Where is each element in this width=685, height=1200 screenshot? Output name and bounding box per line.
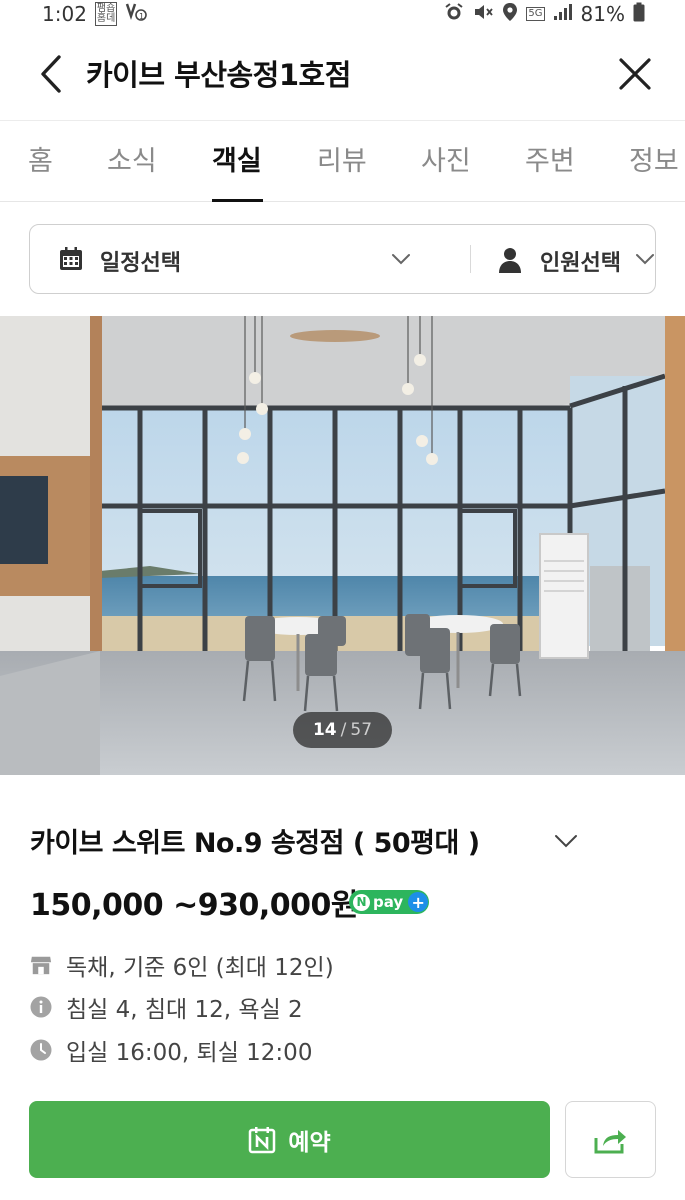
- chevron-down-icon: [636, 254, 654, 265]
- signal-icon: [553, 2, 573, 26]
- guest-select-label: 인원선택: [540, 251, 621, 276]
- guest-select-button[interactable]: 인원선택: [470, 225, 656, 293]
- close-button[interactable]: [613, 52, 657, 96]
- date-select-label: 일정선택: [100, 251, 181, 276]
- status-bar: 1:02 팸숍 홈데 1 5G 81%: [0, 0, 685, 28]
- mute-icon: [472, 2, 494, 27]
- tab-bar: 홈 소식 객실 리뷰 사진 주변 정보: [0, 120, 685, 202]
- naver-n-icon: N: [353, 893, 370, 911]
- npay-label: pay: [373, 893, 404, 911]
- share-icon: [594, 1129, 626, 1153]
- status-time: 1:02: [42, 2, 87, 26]
- location-icon: [502, 2, 518, 27]
- share-button[interactable]: [565, 1101, 656, 1178]
- info-row-type: 독채, 기준 6인 (최대 12인): [30, 948, 334, 982]
- page-title: 카이브 부산송정1호점: [86, 58, 351, 92]
- npay-badge: N pay +: [349, 890, 429, 914]
- status-left: 1:02 팸숍 홈데 1: [42, 2, 148, 27]
- house-icon: [30, 954, 52, 976]
- room-price: 150,000 ~930,000원: [30, 888, 358, 923]
- status-right: 5G 81%: [444, 2, 645, 27]
- network-type: 5G: [526, 7, 545, 21]
- tab-home[interactable]: 홈: [28, 139, 53, 178]
- tab-reviews[interactable]: 리뷰: [317, 139, 367, 178]
- photo-counter-total: 57: [350, 720, 373, 740]
- person-icon: [499, 248, 521, 273]
- active-tab-indicator: [212, 199, 263, 202]
- carrier-badge-icon: 팸숍 홈데: [94, 2, 118, 26]
- svg-text:1: 1: [139, 12, 144, 21]
- info-row-rooms: 침실 4, 침대 12, 욕실 2: [30, 990, 303, 1024]
- chevron-down-icon: [392, 254, 410, 265]
- room-photo-gallery[interactable]: [0, 316, 685, 775]
- plus-icon: +: [408, 892, 429, 912]
- info-row-type-text: 독채, 기준 6인 (최대 12인): [66, 955, 334, 981]
- back-chevron-icon: [41, 55, 61, 93]
- notification-badge-icon: 1: [125, 2, 148, 27]
- tab-nearby[interactable]: 주변: [525, 139, 575, 178]
- alarm-icon: [444, 2, 464, 27]
- tab-news[interactable]: 소식: [107, 139, 157, 178]
- header: 카이브 부산송정1호점: [0, 32, 685, 116]
- reserve-label: 예약: [288, 1129, 331, 1156]
- photo-counter-current: 14: [312, 720, 337, 740]
- reserve-button[interactable]: 예약: [29, 1101, 550, 1178]
- clock-icon: [30, 1039, 52, 1061]
- info-icon: [30, 996, 52, 1018]
- back-button[interactable]: [30, 52, 70, 96]
- tab-photos[interactable]: 사진: [421, 139, 471, 178]
- info-row-checkin-text: 입실 16:00, 퇴실 12:00: [66, 1040, 313, 1066]
- calendar-icon: [60, 247, 82, 270]
- close-icon: [619, 58, 651, 90]
- photo-counter: 14 / 57: [293, 712, 392, 748]
- room-photo: [0, 316, 685, 775]
- naver-calendar-icon: [249, 1126, 276, 1153]
- room-name: 카이브 스위트 No.9 송정점 ( 50평대 ): [30, 828, 480, 859]
- info-row-rooms-text: 침실 4, 침대 12, 욕실 2: [66, 997, 303, 1023]
- info-row-checkin: 입실 16:00, 퇴실 12:00: [30, 1033, 312, 1067]
- date-select-button[interactable]: 일정선택: [30, 225, 440, 293]
- battery-percent: 81%: [580, 2, 625, 26]
- photo-counter-separator: /: [340, 720, 347, 740]
- date-guest-selector: 일정선택 인원선택: [29, 224, 656, 294]
- battery-icon: [633, 2, 645, 27]
- chevron-down-icon[interactable]: [553, 828, 579, 854]
- tab-info[interactable]: 정보: [629, 139, 679, 178]
- tab-rooms[interactable]: 객실: [212, 139, 262, 178]
